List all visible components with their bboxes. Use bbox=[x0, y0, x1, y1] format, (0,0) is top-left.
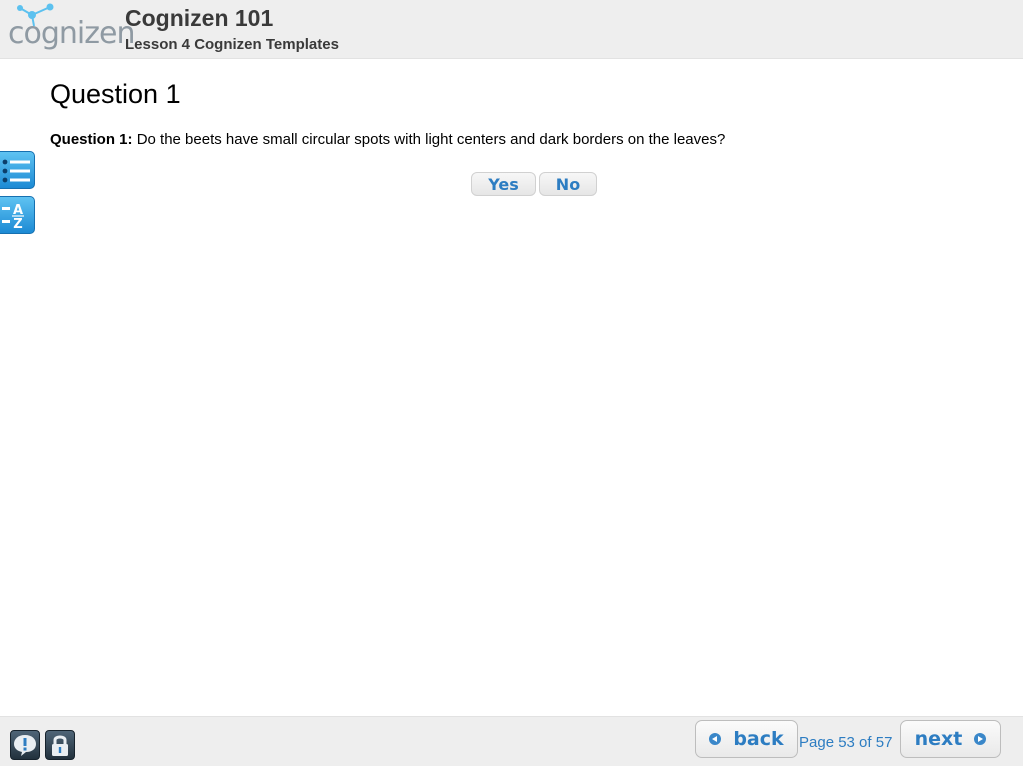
answer-options: Yes No bbox=[471, 172, 597, 196]
question-body: Do the beets have small circular spots w… bbox=[136, 131, 726, 148]
back-arrow-icon bbox=[709, 733, 722, 745]
glossary-az-icon: A Z bbox=[2, 203, 24, 232]
back-label: back bbox=[733, 728, 784, 750]
next-label: next bbox=[914, 728, 963, 750]
page-indicator: Page 53 of 57 bbox=[799, 734, 893, 751]
svg-text:Z: Z bbox=[13, 217, 22, 232]
index-list-button[interactable] bbox=[0, 151, 35, 189]
help-icon bbox=[14, 735, 36, 756]
index-list-icon bbox=[2, 159, 30, 183]
glossary-button[interactable]: A Z bbox=[0, 196, 35, 234]
footer: back Page 53 of 57 next bbox=[0, 716, 1023, 766]
next-button[interactable]: next bbox=[900, 720, 1001, 758]
question-label: Question 1: bbox=[50, 131, 133, 148]
lesson-title: Lesson 4 Cognizen Templates bbox=[125, 36, 339, 53]
question-text: Question 1: Do the beets have small circ… bbox=[50, 131, 990, 148]
header: cognizen Cognizen 101 Lesson 4 Cognizen … bbox=[0, 0, 1023, 59]
cognizen-logo: cognizen bbox=[6, 2, 135, 56]
lock-icon bbox=[52, 735, 68, 756]
course-title: Cognizen 101 bbox=[125, 5, 274, 31]
next-arrow-icon bbox=[974, 733, 987, 745]
answer-no-button[interactable]: No bbox=[539, 172, 597, 196]
page-title: Question 1 bbox=[50, 79, 181, 109]
help-button[interactable] bbox=[10, 730, 40, 760]
answer-yes-button[interactable]: Yes bbox=[471, 172, 536, 196]
back-button[interactable]: back bbox=[695, 720, 798, 758]
lock-button[interactable] bbox=[45, 730, 75, 760]
